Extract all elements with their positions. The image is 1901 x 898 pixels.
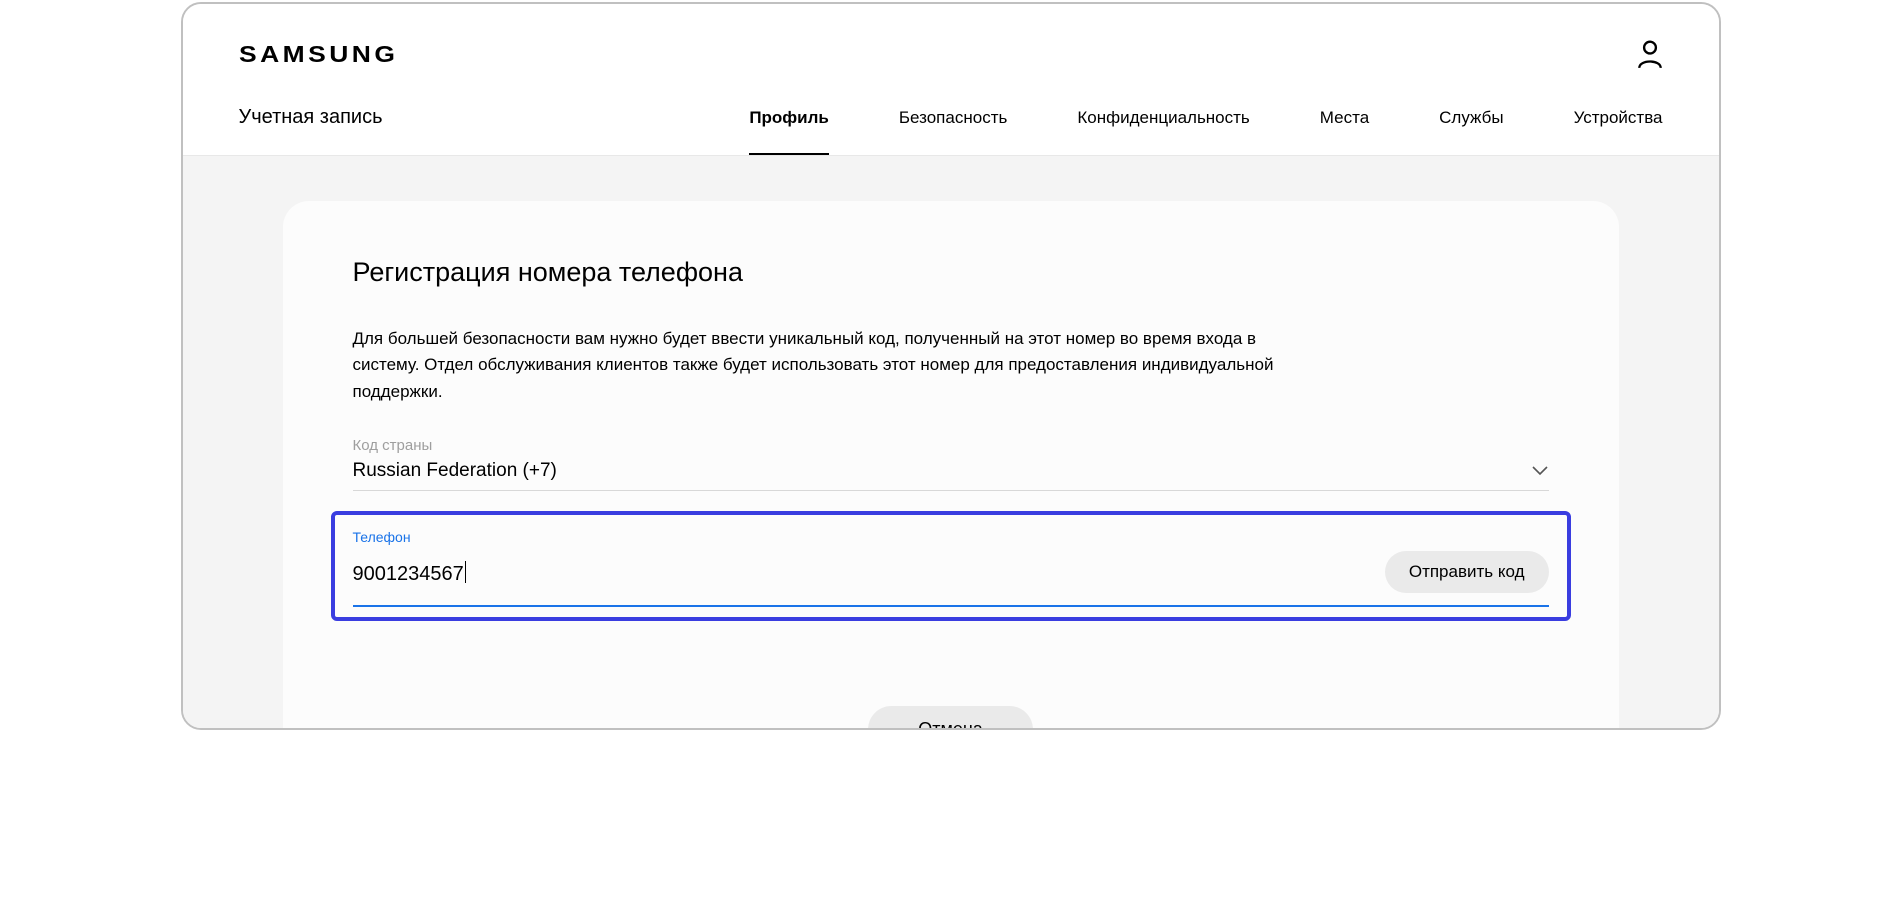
- user-icon[interactable]: [1637, 39, 1663, 69]
- send-code-button[interactable]: Отправить код: [1385, 551, 1549, 593]
- tab-places[interactable]: Места: [1320, 80, 1369, 155]
- country-code-select[interactable]: Russian Federation (+7): [353, 460, 1549, 491]
- samsung-logo: SAMSUNG: [239, 41, 398, 68]
- main-area: Регистрация номера телефона Для большей …: [183, 156, 1719, 728]
- tab-devices[interactable]: Устройства: [1574, 80, 1663, 155]
- tab-privacy[interactable]: Конфиденциальность: [1077, 80, 1249, 155]
- account-title: Учетная запись: [239, 106, 383, 129]
- country-code-label: Код страны: [353, 437, 1549, 454]
- cancel-button[interactable]: Отмена: [868, 706, 1033, 730]
- card-description: Для большей безопасности вам нужно будет…: [353, 326, 1313, 405]
- tabs: Профиль Безопасность Конфиденциальность …: [749, 80, 1662, 155]
- top-bar: SAMSUNG: [183, 4, 1719, 80]
- tab-profile[interactable]: Профиль: [749, 80, 829, 155]
- tab-services[interactable]: Службы: [1439, 80, 1503, 155]
- country-code-value: Russian Federation (+7): [353, 460, 557, 482]
- chevron-down-icon: [1531, 462, 1549, 480]
- phone-input-highlight: Телефон 9001234567 Отправить код: [331, 511, 1571, 621]
- phone-row: 9001234567 Отправить код: [353, 551, 1549, 607]
- tab-security[interactable]: Безопасность: [899, 80, 1007, 155]
- nav-bar: Учетная запись Профиль Безопасность Конф…: [183, 80, 1719, 156]
- phone-label: Телефон: [353, 529, 1549, 545]
- app-frame: SAMSUNG Учетная запись Профиль Безопасно…: [181, 2, 1721, 730]
- card-title: Регистрация номера телефона: [353, 257, 1549, 288]
- card: Регистрация номера телефона Для большей …: [283, 201, 1619, 730]
- phone-input[interactable]: 9001234567: [353, 563, 466, 586]
- cancel-row: Отмена: [353, 706, 1549, 730]
